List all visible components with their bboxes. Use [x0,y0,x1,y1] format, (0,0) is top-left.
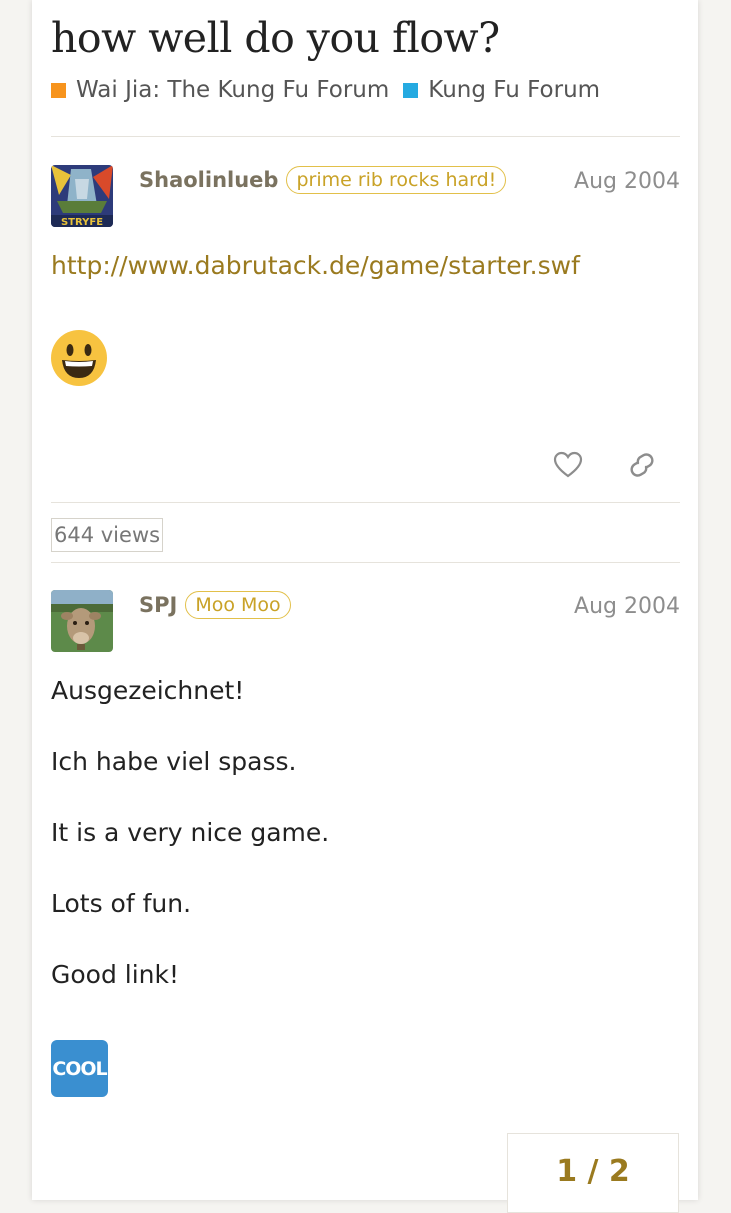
post-date[interactable]: Aug 2004 [574,169,680,194]
user-flair: Moo Moo [185,591,291,619]
username-link[interactable]: SPJ [139,593,177,617]
divider [51,562,680,563]
views-count: 644 views [51,518,164,552]
category-color-swatch [51,82,66,98]
category-kung-fu-forum[interactable]: Kung Fu Forum [403,77,600,103]
post-paragraph: Lots of fun. [51,889,192,918]
svg-text:STRYFE: STRYFE [61,217,103,227]
link-icon [630,453,654,477]
post-paragraph: Ausgezeichnet! [51,676,245,705]
avatar[interactable]: STRYFE [51,165,113,227]
divider [51,502,680,503]
post-paragraph: Good link! [51,960,180,989]
share-link-button[interactable] [628,453,656,481]
post-author: SPJ Moo Moo [139,591,291,619]
like-button[interactable] [553,451,583,483]
user-flair: prime rib rocks hard! [286,166,507,194]
category-label: Wai Jia: The Kung Fu Forum [76,77,390,103]
category-wai-jia[interactable]: Wai Jia: The Kung Fu Forum [51,77,389,103]
category-color-swatch [403,82,419,98]
topic-title: how well do you flow? [51,14,500,62]
post-link[interactable]: http://www.dabrutack.de/game/starter.swf [51,251,580,280]
post-paragraph: It is a very nice game. [51,818,330,847]
avatar[interactable] [51,590,113,652]
grinning-face-emoji [50,329,108,387]
post-pager[interactable]: 1 / 2 [507,1133,679,1213]
category-label: Kung Fu Forum [428,77,601,103]
topic-card: how well do you flow? Wai Jia: The Kung … [32,0,698,1213]
username-link[interactable]: Shaolinlueb [139,168,278,192]
heart-icon [553,451,583,478]
category-list: Wai Jia: The Kung Fu Forum Kung Fu Forum [51,77,614,103]
divider [51,136,680,137]
post-author: Shaolinlueb prime rib rocks hard! [139,166,507,194]
cool-badge-image: COOL [51,1040,108,1097]
post-date[interactable]: Aug 2004 [574,594,680,619]
post-paragraph: Ich habe viel spass. [51,747,297,776]
